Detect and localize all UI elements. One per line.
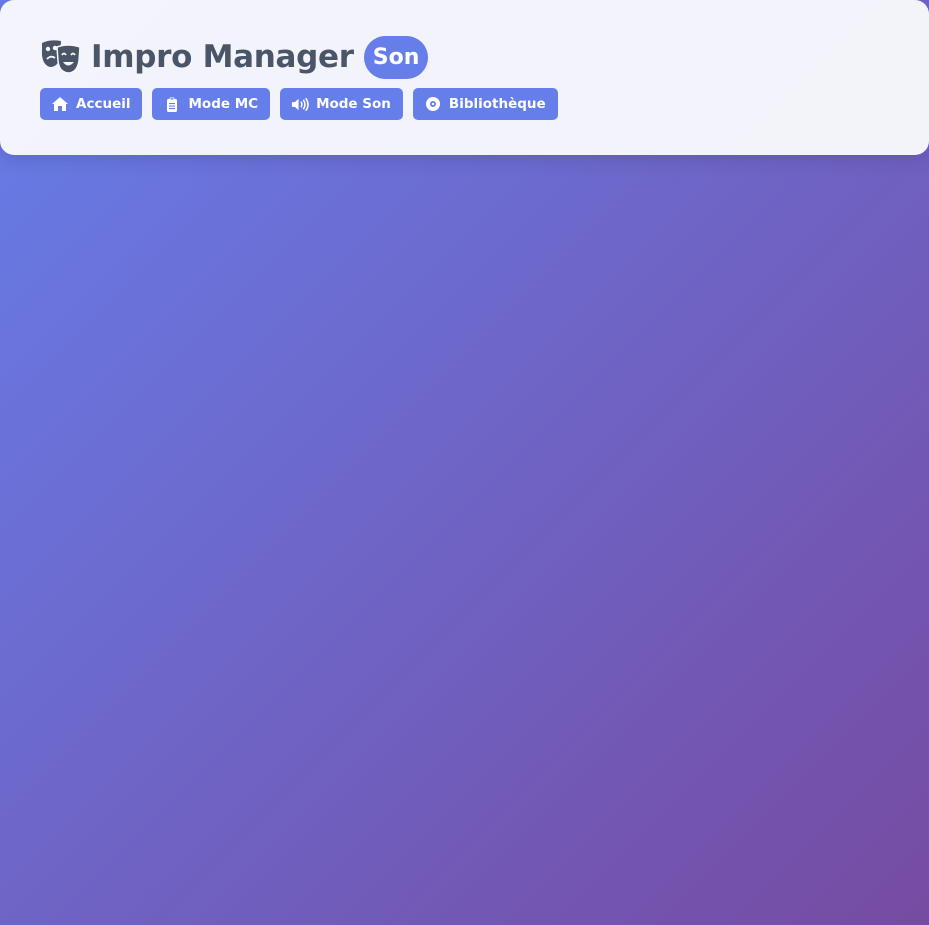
theater-masks-icon — [40, 39, 82, 75]
app-title: Impro Manager — [91, 39, 354, 75]
title-row: Impro Manager Son — [40, 34, 889, 80]
nav-home-label: Accueil — [76, 96, 131, 112]
home-icon — [51, 96, 69, 112]
nav-bar: Accueil Mode MC Mode Son Bibliothèque — [40, 88, 889, 120]
app-header: Impro Manager Son Accueil Mode MC Mode S… — [0, 0, 929, 155]
nav-mode-son-label: Mode Son — [316, 96, 391, 112]
nav-library-label: Bibliothèque — [448, 96, 546, 112]
nav-mode-mc-button[interactable]: Mode MC — [152, 88, 271, 120]
nav-home-button[interactable]: Accueil — [40, 88, 143, 120]
nav-mode-mc-label: Mode MC — [188, 96, 259, 112]
mode-badge: Son — [363, 35, 429, 79]
clipboard-icon — [163, 96, 181, 112]
nav-mode-son-button[interactable]: Mode Son — [280, 88, 403, 120]
disc-icon — [424, 96, 442, 112]
speaker-icon — [291, 96, 309, 112]
nav-library-button[interactable]: Bibliothèque — [412, 88, 558, 120]
